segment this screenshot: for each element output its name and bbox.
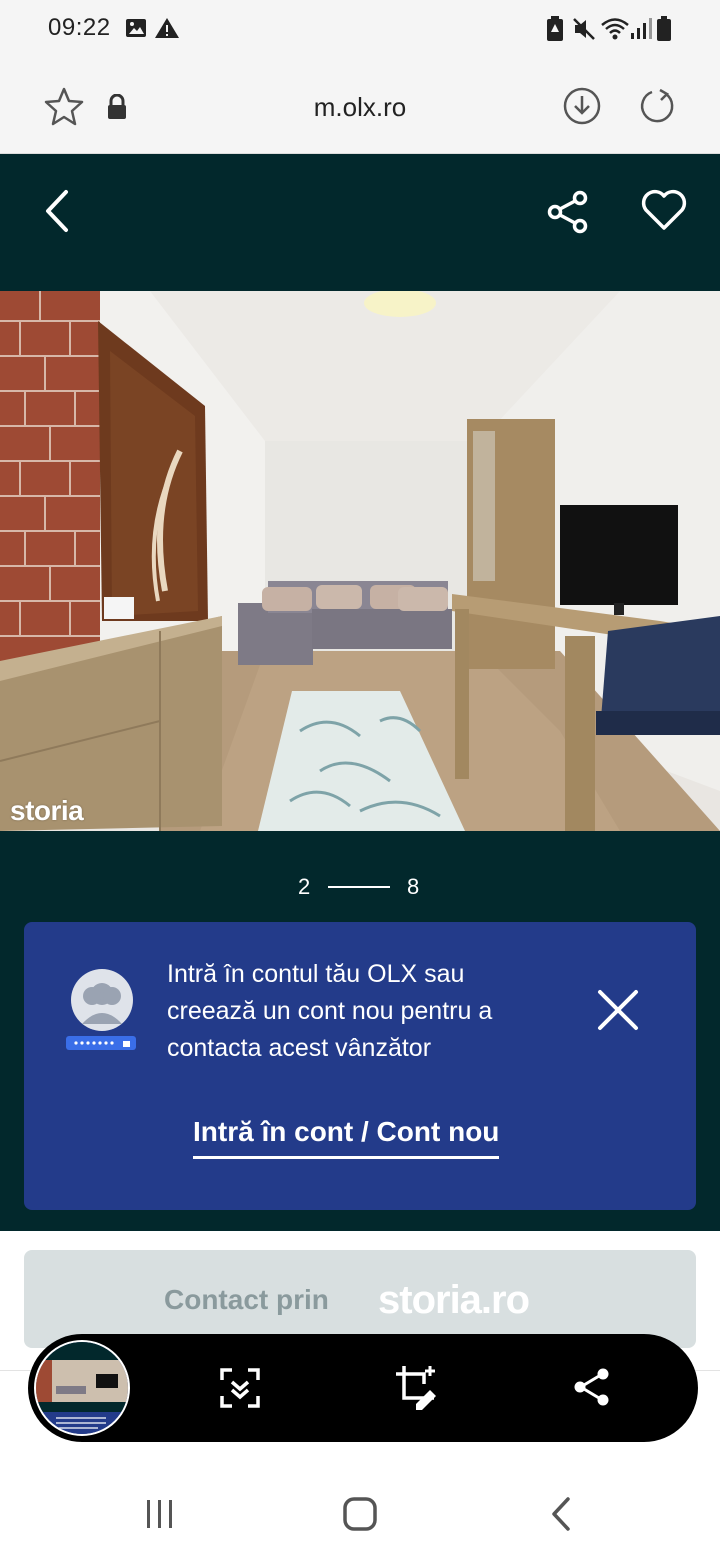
screenshot-thumbnail[interactable]: [34, 1340, 130, 1436]
signal-icon: [631, 18, 652, 39]
listing-header: [0, 154, 720, 291]
browser-address-bar: m.olx.ro: [0, 58, 720, 154]
scroll-capture-icon[interactable]: [218, 1366, 262, 1410]
share-screenshot-icon[interactable]: [572, 1367, 612, 1407]
system-navigation-bar: [0, 1460, 720, 1560]
login-prompt-message: Intră în contul tău OLX sau creează un c…: [167, 960, 493, 1062]
recent-apps-icon[interactable]: [144, 1498, 176, 1530]
thumbnail-preview-image: [36, 1342, 128, 1434]
warning-icon: [155, 18, 179, 38]
share-icon[interactable]: [546, 190, 590, 234]
battery-saver-icon: [547, 16, 563, 41]
contact-button-label: Contact prin: [164, 1284, 329, 1315]
battery-icon: [657, 16, 671, 41]
close-icon[interactable]: [594, 986, 642, 1034]
storia-logo: storia.ro: [378, 1278, 530, 1322]
url-text[interactable]: m.olx.ro: [0, 92, 720, 123]
back-arrow-icon[interactable]: [38, 188, 74, 234]
gallery-current-index: 2: [298, 874, 311, 899]
home-icon[interactable]: [342, 1496, 378, 1532]
storia-watermark: storia: [10, 795, 84, 826]
wifi-icon: [601, 18, 629, 40]
listing-photo[interactable]: storia: [0, 291, 720, 831]
login-register-link[interactable]: Intră în cont / Cont nou: [193, 1116, 500, 1159]
back-nav-icon[interactable]: [548, 1496, 576, 1532]
room-illustration: [0, 291, 720, 831]
status-time: 09:22: [48, 14, 111, 41]
download-icon[interactable]: [562, 86, 602, 126]
status-bar: 09:22: [0, 0, 720, 58]
reload-icon[interactable]: [636, 86, 676, 126]
gallery-counter-divider: [328, 886, 390, 888]
gallery-total-count: 8: [407, 874, 420, 899]
user-avatar-icon: [66, 969, 136, 1050]
crop-edit-icon[interactable]: [394, 1364, 440, 1410]
screenshot-toolbar: [28, 1334, 698, 1442]
mute-icon: [573, 18, 595, 40]
gallery-icon: [126, 19, 146, 37]
login-prompt-card: Intră în contul tău OLX sau creează un c…: [24, 922, 696, 1210]
favorite-heart-icon[interactable]: [640, 188, 688, 232]
